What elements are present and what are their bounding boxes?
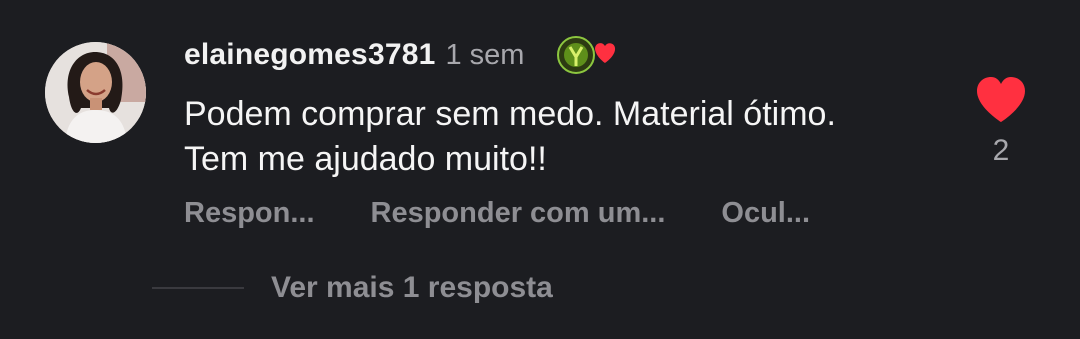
- view-more-replies-label: Ver mais 1 resposta: [271, 271, 553, 304]
- comment-text: Podem comprar sem medo. Material ótimo. …: [184, 95, 836, 178]
- avatar-image: [45, 42, 146, 143]
- like-count: 2: [992, 134, 1010, 167]
- comment-item: elainegomes3781 1 sem Podem comprar sem …: [0, 0, 1080, 339]
- reply-button[interactable]: Respon...: [184, 197, 315, 230]
- comment-time: 1 sem: [445, 38, 525, 71]
- heart-icon: [977, 77, 1025, 122]
- comment-actions: Respon... Responder com um... Ocul...: [184, 192, 866, 234]
- hide-button[interactable]: Ocul...: [721, 197, 810, 230]
- like-button[interactable]: [973, 76, 1029, 129]
- divider-line: [152, 287, 244, 289]
- creator-liked-heart-icon: [556, 33, 618, 77]
- view-more-replies[interactable]: Ver mais 1 resposta: [152, 266, 553, 310]
- username[interactable]: elainegomes3781: [184, 38, 435, 72]
- reply-with-button[interactable]: Responder com um...: [371, 197, 666, 230]
- comment-header: elainegomes3781 1 sem: [184, 34, 618, 76]
- avatar[interactable]: [45, 42, 146, 143]
